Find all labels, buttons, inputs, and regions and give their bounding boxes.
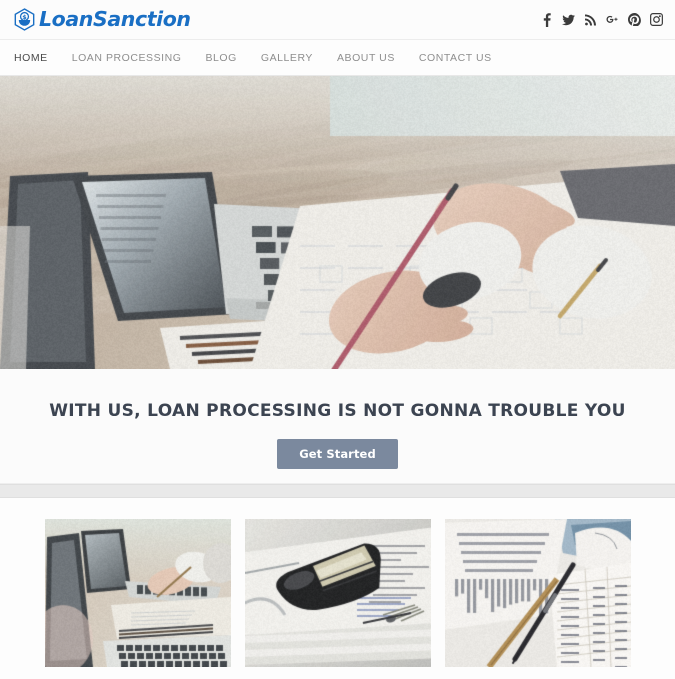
instagram-icon[interactable]: [650, 13, 663, 27]
site-title: LoanSanction: [39, 7, 191, 32]
gallery-item-3[interactable]: [444, 519, 631, 667]
gallery-image-2: [244, 519, 431, 667]
social-links: [540, 12, 663, 27]
section-divider: [0, 484, 675, 498]
gallery-image-3: [444, 519, 631, 667]
hero-image: [0, 76, 675, 369]
pinterest-icon[interactable]: [628, 13, 641, 27]
rss-icon[interactable]: [584, 13, 597, 27]
top-bar: $ LoanSanction: [0, 0, 675, 40]
twitter-icon[interactable]: [562, 13, 575, 27]
svg-text:$: $: [22, 13, 27, 21]
get-started-button[interactable]: Get Started: [277, 439, 398, 469]
nav-item-home[interactable]: HOME: [14, 40, 60, 76]
dollar-shield-icon: $: [14, 8, 35, 31]
cta-headline: WITH US, LOAN PROCESSING IS NOT GONNA TR…: [49, 401, 626, 421]
site-logo[interactable]: $ LoanSanction: [14, 8, 191, 31]
nav-item-about-us[interactable]: ABOUT US: [337, 40, 407, 76]
gallery-row: [0, 519, 675, 667]
hero-banner: [0, 76, 675, 369]
nav-item-gallery[interactable]: GALLERY: [261, 40, 325, 76]
main-navigation: HOME LOAN PROCESSING BLOG GALLERY ABOUT …: [0, 40, 675, 76]
page-root: $ LoanSanction HOME LOAN PROCESSING BLOG…: [0, 0, 675, 679]
gallery-image-1: [44, 519, 231, 667]
hero-section: [0, 76, 675, 369]
facebook-icon[interactable]: [540, 12, 553, 27]
gallery-section: [0, 498, 675, 679]
google-plus-icon[interactable]: [606, 13, 619, 27]
nav-item-loan-processing[interactable]: LOAN PROCESSING: [72, 40, 194, 76]
gallery-item-1[interactable]: [44, 519, 231, 667]
cta-band: WITH US, LOAN PROCESSING IS NOT GONNA TR…: [0, 369, 675, 484]
nav-item-contact-us[interactable]: CONTACT US: [419, 40, 504, 76]
nav-item-blog[interactable]: BLOG: [205, 40, 248, 76]
gallery-item-2[interactable]: [244, 519, 431, 667]
